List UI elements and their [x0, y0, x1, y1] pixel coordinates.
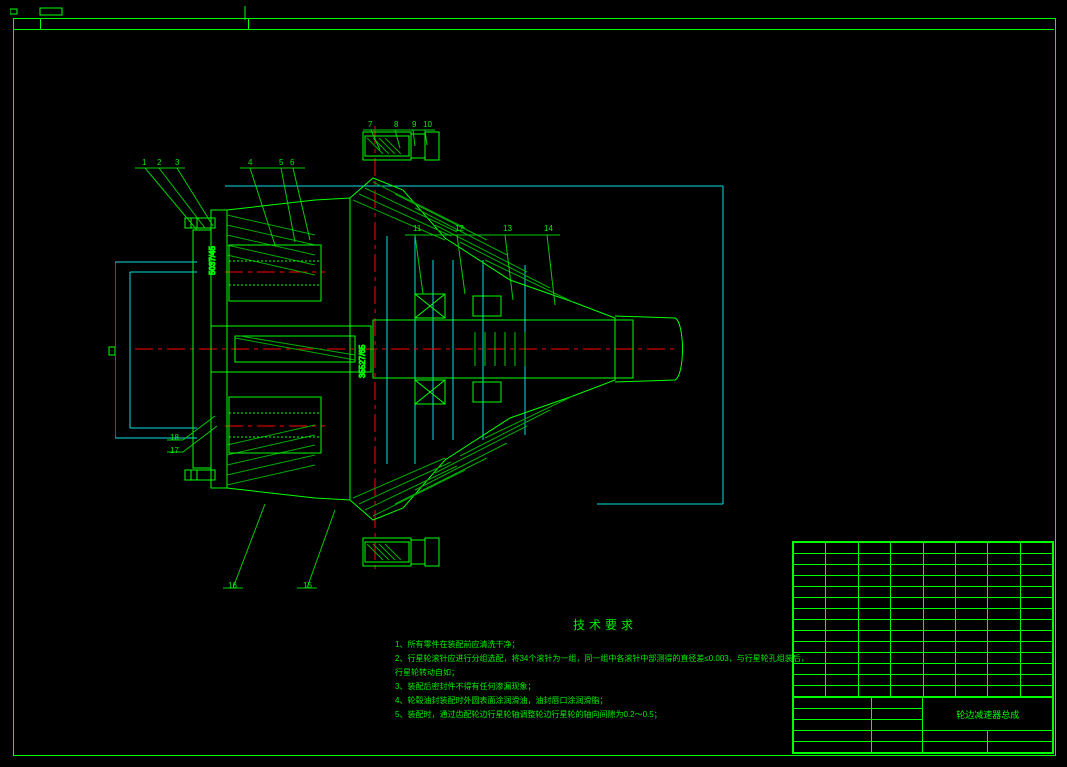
balloon-16: 16	[228, 581, 237, 590]
balloon-14: 14	[544, 224, 553, 233]
balloon-8: 8	[394, 120, 398, 129]
balloon-3: 3	[175, 158, 179, 167]
title-block: 轮边减速器总成	[792, 541, 1054, 754]
frame-split	[13, 29, 1054, 30]
bearing-label-2: 35527/65	[358, 344, 367, 378]
req-line-1: 1、所有零件在装配前应清洗干净；	[395, 638, 815, 652]
drawing-title: 轮边减速器总成	[923, 698, 1053, 731]
balloon-13: 13	[503, 224, 512, 233]
assembly-drawing: 5037/45 35527/65	[115, 90, 735, 600]
requirements-title: 技术要求	[395, 618, 815, 632]
technical-requirements: 技术要求 1、所有零件在装配前应清洗干净； 2、行星轮滚针应进行分组选配，将34…	[395, 618, 815, 722]
balloon-9: 9	[412, 120, 416, 129]
bearing-label-1: 5037/45	[208, 246, 217, 275]
balloon-12: 12	[455, 224, 464, 233]
left-center-mark	[108, 346, 118, 358]
balloon-5: 5	[279, 158, 283, 167]
parts-list-table	[793, 542, 1053, 697]
balloon-7: 7	[368, 120, 372, 129]
frame-vsplit2	[248, 18, 249, 29]
balloon-2: 2	[157, 158, 161, 167]
balloon-10: 10	[423, 120, 432, 129]
frame-vsplit1	[40, 18, 41, 29]
balloon-15: 15	[303, 581, 312, 590]
balloon-4: 4	[248, 158, 252, 167]
title-block-footer: 轮边减速器总成	[793, 697, 1053, 753]
balloon-18: 18	[170, 433, 179, 442]
req-line-4: 4、轮毂油封装配时外圆表面涂润滑油，油封唇口涂润滑脂；	[395, 694, 815, 708]
balloon-1: 1	[142, 158, 146, 167]
balloon-17: 17	[170, 446, 179, 455]
balloon-11: 11	[413, 224, 421, 233]
req-line-3: 3、装配后密封件不得有任何渗漏现象；	[395, 680, 815, 694]
req-line-5: 5、装配时，通过齿配轮边行星轮轴调整轮边行星轮的轴向间隙为0.2～0.5；	[395, 708, 815, 722]
balloon-6: 6	[290, 158, 294, 167]
req-line-2: 2、行星轮滚针应进行分组选配，将34个滚针为一组，同一组中各滚针中部测得的直径差…	[395, 652, 815, 680]
